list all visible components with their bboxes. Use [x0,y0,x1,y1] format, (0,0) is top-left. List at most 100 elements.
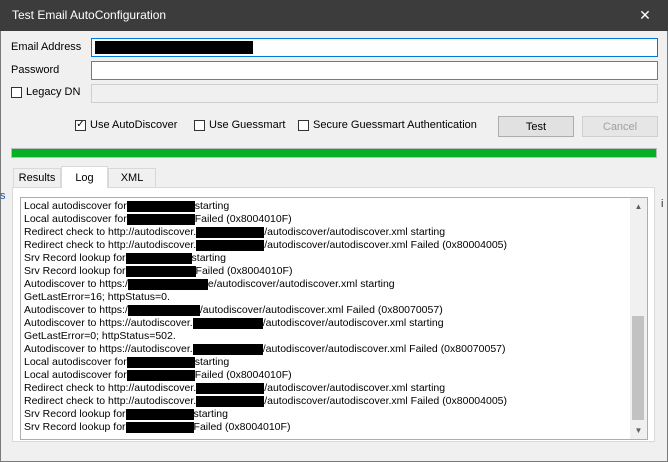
redaction-block [125,265,196,277]
log-line: Srv Record lookup for starting [24,252,629,265]
log-line: GetLastError=16; httpStatus=0. [24,291,629,304]
log-line: Local autodiscover for starting [24,200,629,213]
secure-guessmart-label: Secure Guessmart Authentication [313,119,477,131]
log-line: Autodiscover to https://autodiscover. /au… [24,343,629,356]
legacy-dn-checkbox[interactable]: Legacy DN [11,86,80,98]
log-line-text: Srv Record lookup for [24,265,126,277]
log-line-status: e/autodiscover/autodiscover.xml starting [207,278,395,290]
log-line-status: /autodiscover/autodiscover.xml Failed (0… [262,343,506,355]
redaction-block [196,226,265,238]
legacy-dn-checkbox-box[interactable] [11,86,22,98]
email-address-input[interactable] [91,38,658,57]
log-line-status: starting [193,408,228,420]
redaction-block [126,369,195,381]
title-bar: Test Email AutoConfiguration ✕ [0,0,668,31]
log-line: Local autodiscover for Failed (0x8004010F… [24,213,629,226]
log-line-text: Local autodiscover for [24,213,127,225]
log-line: Redirect check to http://autodiscover. /a… [24,382,629,395]
log-line: Autodiscover to https:/ /autodiscover/aut… [24,304,629,317]
password-label: Password [11,64,60,76]
checkmark-icon[interactable]: ✓ [75,119,86,131]
log-lines: Local autodiscover for starting Local auto… [24,200,629,434]
redaction-block [192,343,263,355]
password-input[interactable] [91,61,658,80]
log-line-status: /autodiscover/autodiscover.xml starting [262,317,444,329]
log-line-status: Failed (0x8004010F) [195,265,293,277]
log-line: Autodiscover to https:/ e/autodiscover/au… [24,278,629,291]
log-line-text: Redirect check to http://autodiscover. [24,382,197,394]
scroll-up-icon[interactable]: ▲ [630,198,647,215]
log-line: Redirect check to http://autodiscover. /a… [24,226,629,239]
legacy-dn-input [91,84,658,103]
vertical-scrollbar[interactable]: ▲ ▼ [630,198,647,439]
log-line: Local autodiscover for starting [24,356,629,369]
log-textbox[interactable]: Local autodiscover for starting Local auto… [20,197,648,440]
log-line-text: Redirect check to http://autodiscover. [24,395,197,407]
log-line-text: Local autodiscover for [24,200,127,212]
log-line-text: Srv Record lookup for [24,252,126,264]
progress-fill [12,149,656,157]
use-guessmart-checkbox-box[interactable] [194,119,205,131]
use-guessmart-label: Use Guessmart [209,119,286,131]
redacted-email [95,41,253,54]
tab-log[interactable]: Log [61,166,108,188]
email-address-label: Email Address [11,41,82,53]
log-line-text: Redirect check to http://autodiscover. [24,226,197,238]
redaction-block [192,317,263,329]
use-guessmart-checkbox[interactable]: Use Guessmart [194,119,285,131]
log-line-status: /autodiscover/autodiscover.xml Failed (0… [264,395,507,407]
use-autodiscover-checkbox[interactable]: ✓ Use AutoDiscover [75,119,177,131]
log-line: Srv Record lookup for Failed (0x8004010F) [24,421,629,434]
log-line-status: /autodiscover/autodiscover.xml Failed (0… [264,239,507,251]
redaction-block [125,408,194,420]
log-line: Local autodiscover for Failed (0x8004010F… [24,369,629,382]
log-line-status: /autodiscover/autodiscover.xml starting [264,226,446,238]
log-line-status: starting [194,200,230,212]
window-title: Test Email AutoConfiguration [12,8,167,22]
log-line-status: /autodiscover/autodiscover.xml starting [264,382,446,394]
progress-bar [11,148,657,158]
background-fragment-right: i [661,198,664,210]
tab-results[interactable]: Results [13,168,61,187]
legacy-dn-label: Legacy DN [26,86,81,98]
log-line-text: Srv Record lookup for [24,408,126,420]
log-line-text: Autodiscover to https://autodiscover. [24,343,193,355]
close-button[interactable]: ✕ [622,0,668,31]
test-button[interactable]: Test [498,116,574,137]
close-icon: ✕ [639,7,651,23]
log-line-status: starting [194,356,230,368]
log-line-text: Local autodiscover for [24,369,127,381]
log-line: Autodiscover to https://autodiscover. /au… [24,317,629,330]
redaction-block [196,395,265,407]
log-line-status: starting [191,252,226,264]
log-line-text: Redirect check to http://autodiscover. [24,239,197,251]
log-line-status: Failed (0x8004010F) [193,421,291,433]
redaction-block [127,304,200,316]
log-line-text: Autodiscover to https://autodiscover. [24,317,193,329]
log-line: Redirect check to http://autodiscover. /a… [24,239,629,252]
log-line-text: GetLastError=0; httpStatus=502. [24,330,176,342]
redaction-block [196,382,265,394]
redaction-block [126,213,195,225]
log-line-status: Failed (0x8004010F) [194,369,292,381]
log-line: GetLastError=0; httpStatus=502. [24,330,629,343]
log-line: Redirect check to http://autodiscover. /a… [24,395,629,408]
log-line-text: Local autodiscover for [24,356,127,368]
log-line-status: /autodiscover/autodiscover.xml Failed (0… [199,304,443,316]
log-line-text: Srv Record lookup for [24,421,126,433]
cancel-button: Cancel [582,116,658,137]
log-line: Srv Record lookup for Failed (0x8004010F) [24,265,629,278]
redaction-block [125,252,192,264]
background-fragment-left: s [0,190,6,202]
scroll-down-icon[interactable]: ▼ [630,422,647,439]
use-autodiscover-label: Use AutoDiscover [90,119,178,131]
secure-guessmart-checkbox[interactable]: Secure Guessmart Authentication [298,119,477,131]
log-line-status: Failed (0x8004010F) [194,213,292,225]
log-line-text: GetLastError=16; httpStatus=0. [24,291,170,303]
secure-guessmart-checkbox-box[interactable] [298,119,309,131]
scroll-thumb[interactable] [632,316,644,420]
tab-xml[interactable]: XML [108,168,156,187]
redaction-block [126,200,195,212]
redaction-block [196,239,265,251]
log-line-text: Autodiscover to https:/ [24,278,128,290]
